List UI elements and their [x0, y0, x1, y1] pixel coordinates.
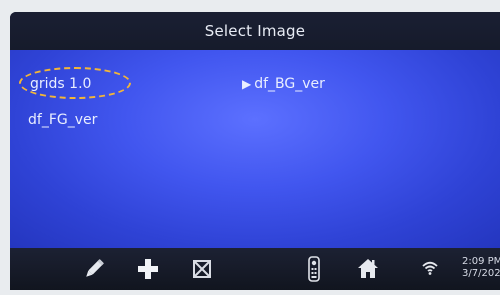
plus-icon	[138, 259, 158, 279]
pencil-icon	[86, 259, 104, 277]
home-icon	[358, 259, 378, 278]
status-clock: 2:09 PM 3/7/202	[462, 256, 500, 280]
add-button[interactable]	[132, 254, 164, 284]
status-time: 2:09 PM	[462, 256, 500, 267]
file-item-bg[interactable]: ▶ df_BG_ver	[242, 76, 325, 92]
title-bar: Select Image	[10, 12, 500, 50]
touch-screen: Select Image grids 1.0 df_FG_ver ▶ df_BG_…	[10, 12, 500, 290]
file-item-grids[interactable]: grids 1.0	[30, 76, 91, 92]
selected-arrow-icon: ▶	[242, 77, 252, 91]
file-label: grids 1.0	[30, 76, 92, 92]
status-date: 3/7/202	[462, 268, 500, 279]
file-label: df_FG_ver	[28, 112, 98, 128]
delete-box-icon	[193, 260, 211, 278]
remote-button[interactable]	[298, 254, 330, 284]
edit-button[interactable]	[78, 254, 110, 284]
file-label: df_BG_ver	[254, 76, 325, 92]
file-item-fg[interactable]: df_FG_ver	[28, 112, 97, 128]
home-button[interactable]	[352, 254, 384, 284]
wifi-icon	[422, 261, 438, 275]
remote-icon	[308, 256, 320, 282]
image-list: grids 1.0 df_FG_ver ▶ df_BG_ver	[10, 50, 500, 248]
delete-button[interactable]	[186, 254, 218, 284]
page-title: Select Image	[204, 22, 306, 40]
bottom-toolbar: 2:09 PM 3/7/202	[10, 248, 500, 290]
device-bezel: Select Image grids 1.0 df_FG_ver ▶ df_BG_…	[0, 0, 500, 295]
